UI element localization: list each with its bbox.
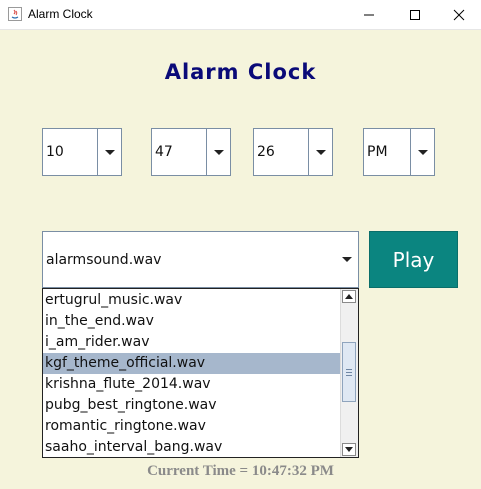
chevron-down-icon — [345, 447, 353, 452]
hour-dropdown-button[interactable] — [97, 129, 121, 175]
ampm-value: PM — [367, 144, 388, 160]
chevron-down-icon — [417, 149, 428, 155]
chevron-down-icon — [104, 149, 115, 155]
second-value: 26 — [257, 144, 275, 160]
chevron-up-icon — [345, 294, 353, 299]
page-title: Alarm Clock — [164, 60, 317, 84]
scroll-thumb[interactable] — [342, 342, 356, 402]
scroll-up-button[interactable] — [342, 290, 356, 303]
chevron-down-icon — [213, 149, 224, 155]
minimize-icon — [364, 14, 374, 15]
play-button[interactable]: Play — [369, 231, 458, 288]
minute-select[interactable]: 47 — [151, 128, 231, 176]
list-item[interactable]: romantic_ringtone.wav — [43, 416, 340, 437]
ampm-dropdown-button[interactable] — [410, 129, 434, 175]
close-button[interactable] — [436, 0, 481, 29]
current-time-label: Current Time = 10:47:32 PM — [147, 463, 334, 479]
ampm-select[interactable]: PM — [363, 128, 435, 176]
list-item[interactable]: kgf_theme_official.wav — [43, 353, 340, 374]
list-item[interactable]: saaho_interval_bang.wav — [43, 437, 340, 457]
second-select[interactable]: 26 — [253, 128, 333, 176]
scroll-down-button[interactable] — [342, 443, 356, 456]
list-item[interactable]: in_the_end.wav — [43, 311, 340, 332]
minimize-button[interactable] — [346, 0, 392, 29]
hour-value: 10 — [46, 144, 64, 160]
minute-dropdown-button[interactable] — [206, 129, 230, 175]
chevron-down-icon — [342, 257, 352, 262]
maximize-icon — [410, 9, 420, 20]
minute-value: 47 — [155, 144, 173, 160]
sound-dropdown-button[interactable] — [336, 232, 358, 287]
window-title: Alarm Clock — [28, 7, 93, 21]
list-item[interactable]: i_am_rider.wav — [43, 332, 340, 353]
window-titlebar: Alarm Clock — [0, 0, 481, 30]
chevron-down-icon — [315, 149, 326, 155]
list-item[interactable]: pubg_best_ringtone.wav — [43, 395, 340, 416]
close-icon — [453, 9, 465, 20]
sound-select[interactable]: alarmsound.wav — [42, 231, 359, 288]
list-item[interactable]: ertugrul_music.wav — [43, 290, 340, 311]
sound-dropdown-list[interactable]: ertugrul_music.wav in_the_end.wav i_am_rid… — [42, 288, 359, 458]
sound-selected-value: alarmsound.wav — [46, 252, 162, 268]
list-item[interactable]: krishna_flute_2014.wav — [43, 374, 340, 395]
second-dropdown-button[interactable] — [308, 129, 332, 175]
hour-select[interactable]: 10 — [42, 128, 122, 176]
maximize-button[interactable] — [392, 0, 438, 29]
vertical-scrollbar[interactable] — [340, 289, 358, 457]
java-icon — [8, 7, 22, 21]
